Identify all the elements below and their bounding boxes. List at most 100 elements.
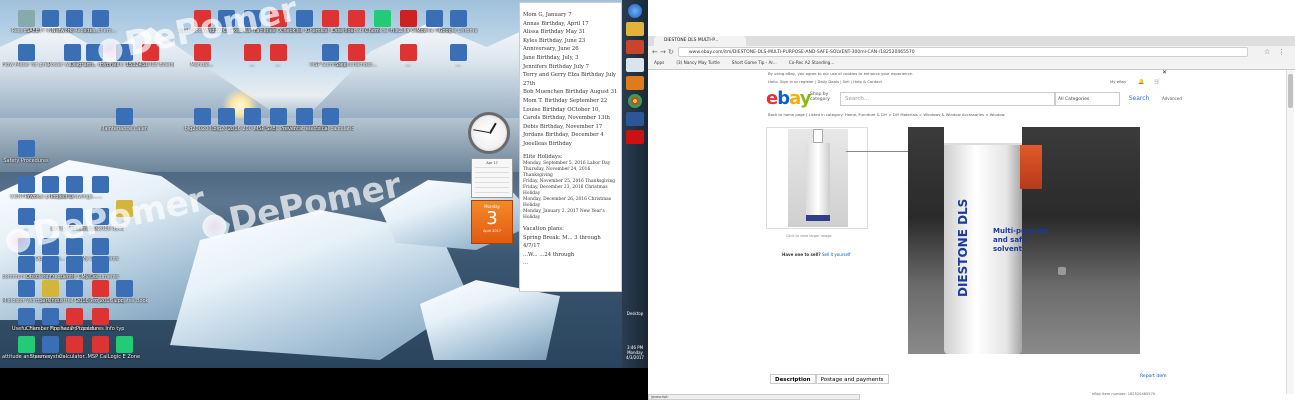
search-button[interactable]: Search xyxy=(1120,92,1158,106)
holidays-list: Monday, September 5, 2016 Labor Day Thurs… xyxy=(523,161,618,221)
holidays-title: Elite Holidays: xyxy=(523,153,563,160)
file-icon xyxy=(17,44,35,61)
desktop-icon[interactable]: ... xyxy=(434,44,482,80)
explorer-icon[interactable] xyxy=(626,58,644,72)
logo-letter: y xyxy=(799,88,812,109)
holiday-entry: Friday, December 23, 2016 Christmas Holi… xyxy=(523,185,608,197)
calendar-gadget[interactable]: Monday 3 April 2017 xyxy=(471,200,513,244)
ebay-header-links[interactable]: Hello. Sign in or register | Daily Deals… xyxy=(768,78,1168,86)
desktop-icon[interactable]: Google Chrome xyxy=(434,10,482,46)
word-icon[interactable] xyxy=(626,112,644,126)
advanced-search-link[interactable]: Advanced xyxy=(1162,96,1182,101)
outlook-icon[interactable] xyxy=(626,76,644,90)
start-icon[interactable] xyxy=(628,4,642,18)
reload-icon[interactable]: ↻ xyxy=(668,48,674,56)
holiday-entry: Thursday, November 24, 2016 Thanksgiving xyxy=(523,167,591,179)
close-icon[interactable]: ✕ xyxy=(1162,69,1167,76)
star-icon[interactable]: ☆ xyxy=(1264,48,1270,56)
browser-tab[interactable]: DIESTONE DLS MULTI-P... xyxy=(654,36,746,46)
sell-it-link[interactable]: Sell it yourself xyxy=(822,252,851,257)
desktop-icon[interactable]: Flow Meter for pressure... xyxy=(2,44,50,80)
file-icon xyxy=(115,280,133,297)
file-icon xyxy=(17,140,35,157)
browser-top-area xyxy=(648,0,1295,36)
birthday-entry: Debis Birthday, November 17 xyxy=(523,123,603,130)
clock-gadget[interactable] xyxy=(468,112,510,154)
file-icon xyxy=(115,108,133,125)
birthday-entry: Anniversary, June 26 xyxy=(523,46,579,53)
birthday-entry: Mom G, January 7 xyxy=(523,12,572,18)
ebay-logo[interactable]: ebay xyxy=(766,88,812,109)
scrollbar[interactable] xyxy=(1286,70,1294,394)
scrollbar-thumb[interactable] xyxy=(1288,74,1293,108)
category-select[interactable]: All Categories xyxy=(1054,92,1120,106)
desktop-icon-label: electrical calculation xyxy=(306,126,354,132)
my-ebay-link[interactable]: My eBay xyxy=(1110,78,1126,86)
forward-icon[interactable]: → xyxy=(660,48,666,56)
file-icon xyxy=(91,176,109,193)
desktop-icon-label: ... xyxy=(275,62,281,68)
clock-minute-hand xyxy=(473,129,490,133)
product-main-image[interactable]: DIESTONE DLS Multi-purpose and safe solv… xyxy=(908,127,1140,354)
folder-icon[interactable] xyxy=(626,22,644,36)
desktop-toolbar-label[interactable]: Desktop xyxy=(622,311,648,316)
vacation-list: Spring Break: M... 3 through 4/7/17 ...W..… xyxy=(523,234,618,268)
desktop-icon-label: Procedures Info types xyxy=(76,326,124,332)
bookmark-item[interactable]: (3) Nancy May Turtle xyxy=(676,60,719,65)
bookmark-item[interactable]: Co-Rec A2 Standing... xyxy=(789,60,835,65)
tab-description[interactable]: Description xyxy=(770,374,816,384)
item-tabs: Description Postage and payments xyxy=(770,374,1000,384)
breadcrumb[interactable]: Back to home page | Listed in category: … xyxy=(768,112,1005,117)
logo-letter: a xyxy=(789,88,801,109)
desktop-icon[interactable]: electrical calculation xyxy=(306,108,354,144)
mini-calendar[interactable]: Apr 17 xyxy=(471,158,513,198)
desktop-icon[interactable]: Safety Procedures xyxy=(2,140,50,176)
bookmark-item[interactable]: Short Game Tip - Ar... xyxy=(732,60,777,65)
bookmark-item[interactable]: Apps xyxy=(654,60,664,65)
desktop-icon-label: Maintenance Calendar xyxy=(100,126,148,132)
logo-letter: e xyxy=(766,88,778,109)
sticky-note[interactable]: Mom G, January 7 Annas Birthday, April 17… xyxy=(519,2,622,292)
desktop-icon[interactable]: ... xyxy=(254,44,302,80)
vacation-entry: Spring Break: M... 3 through xyxy=(523,234,601,241)
vacation-entry: 4/7/17 xyxy=(523,243,541,250)
desktop-icon[interactable]: Steel Chamber... xyxy=(332,44,380,80)
system-date: 4/3/2017 xyxy=(626,355,644,360)
product-brand-text: DIESTONE DLS xyxy=(956,198,970,297)
desktop-icon[interactable]: Maintenance Calendar xyxy=(100,108,148,144)
item-number: eBay item number: 182520465570 xyxy=(1092,392,1156,396)
file-icon xyxy=(91,10,109,27)
file-icon xyxy=(91,308,109,325)
birthday-entry: Terry and Gerry Elza Birthday July 27th xyxy=(523,72,617,87)
shop-by-category[interactable]: Shop by category xyxy=(810,92,838,102)
bookmarks-bar: Apps (3) Nancy May Turtle Short Game Tip -… xyxy=(654,59,1274,67)
bell-icon[interactable]: 🔔 xyxy=(1138,79,1144,85)
desktop-icon[interactable]: Logic E Zone xyxy=(100,336,148,368)
product-thumbnail[interactable] xyxy=(788,129,848,227)
menu-icon[interactable]: ⋮ xyxy=(1278,48,1285,56)
watermark-logo-icon xyxy=(200,211,229,241)
tab-postage[interactable]: Postage and payments xyxy=(815,374,889,384)
desktop-icon-label: Logic E Zone xyxy=(107,354,141,360)
monitor-bezel xyxy=(0,368,622,400)
acrobat-icon[interactable] xyxy=(626,130,644,144)
address-bar[interactable]: www.ebay.com/itm/DIESTONE-DLS-MULTI-PURP… xyxy=(678,47,1248,57)
back-icon[interactable]: ← xyxy=(652,48,658,56)
view-larger-link[interactable]: Click to view larger image xyxy=(786,234,832,238)
taskbar: Desktop 3:46 PM Monday 4/3/2017 xyxy=(622,0,648,368)
birthday-entry: Jane Birthday, July, 3 xyxy=(523,54,579,61)
birthdays-list: Mom G, January 7 Annas Birthday, April 17… xyxy=(523,11,618,149)
birthday-entry: Annas Birthday, April 17 xyxy=(523,20,589,27)
desktop-icon-label: ... xyxy=(405,62,411,68)
have-one-label: Have one to sell? xyxy=(782,252,821,257)
birthday-entry: Kyles Birthday, June 23 xyxy=(523,37,586,44)
cart-icon[interactable]: 🛒 xyxy=(1154,79,1160,85)
report-item-link[interactable]: Report item xyxy=(1140,374,1167,379)
system-clock[interactable]: 3:46 PM Monday 4/3/2017 xyxy=(622,345,648,360)
chrome-icon[interactable] xyxy=(628,94,642,108)
watermark-logo-icon xyxy=(96,35,125,65)
file-icon xyxy=(91,256,109,273)
desktop-icon[interactable]: ... xyxy=(384,44,432,80)
app-icon[interactable] xyxy=(626,40,644,54)
search-input[interactable]: Search... xyxy=(840,92,1056,106)
